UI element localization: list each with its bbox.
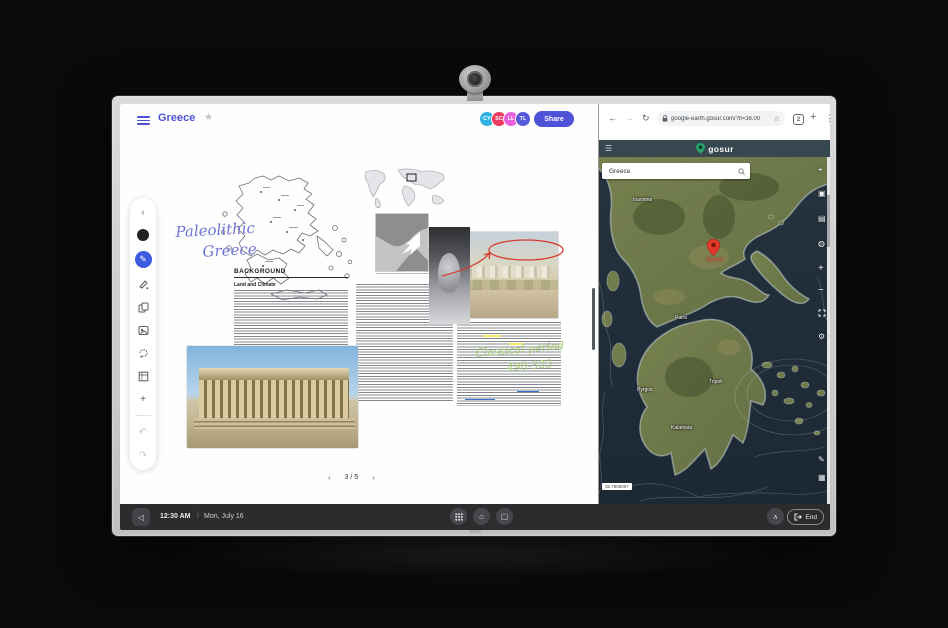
frame-tool[interactable]	[136, 369, 150, 383]
city-label: Tripoli	[709, 379, 722, 385]
tiles-grid-icon[interactable]: ▦	[818, 473, 826, 482]
webcam-lens-icon	[467, 71, 483, 87]
link-text	[465, 399, 495, 400]
insert-image-tool[interactable]	[136, 323, 150, 337]
link-text	[517, 391, 539, 392]
article-column-1[interactable]: BACKGROUND Land and Climate	[234, 268, 348, 358]
browser-forward-icon[interactable]: →	[625, 113, 634, 123]
map-terrain	[599, 157, 830, 504]
board-title: Greece	[158, 112, 195, 124]
browser-scrollbar-thumb[interactable]	[827, 195, 830, 247]
clock-time: 12:30 AM	[160, 513, 190, 520]
settings-gear-icon[interactable]: ⚙	[818, 332, 825, 341]
page-indicator: 3 / 5	[345, 474, 359, 481]
search-icon[interactable]	[738, 168, 745, 175]
map-search-input[interactable]	[607, 167, 738, 176]
prev-page-icon[interactable]: ‹	[328, 473, 331, 482]
yellow-highlight	[483, 335, 501, 337]
clock-date: Mon, July 16	[204, 513, 244, 520]
webcam	[456, 69, 494, 101]
city-label: Ioannina	[633, 197, 652, 203]
whiteboard-app: Greece ★ CY SC LL TL Share ‹ ✎	[120, 104, 598, 504]
acropolis-photo-object[interactable]	[456, 232, 558, 318]
draw-pencil-icon[interactable]: ✎	[818, 455, 825, 464]
new-tab-icon[interactable]: +	[810, 111, 816, 123]
lasso-select-tool[interactable]	[136, 346, 150, 360]
highlighter-tool[interactable]	[136, 277, 150, 291]
end-session-button[interactable]: End	[787, 509, 824, 525]
map-pin-label: Greece	[695, 257, 735, 263]
gosur-logo: gosur	[696, 143, 734, 154]
whiteboard-scrollbar-thumb[interactable]	[592, 288, 595, 350]
inset-map-caption	[376, 273, 428, 274]
undo-icon[interactable]: ↶	[136, 425, 150, 439]
world-map-object[interactable]	[360, 166, 452, 212]
avatar[interactable]: TL	[515, 111, 531, 127]
add-object-tool[interactable]: +	[136, 392, 150, 406]
taskbar-back-button[interactable]: ◁	[132, 508, 150, 526]
color-dot-tool[interactable]	[136, 228, 150, 242]
tab-switcher-button[interactable]: 2	[793, 114, 804, 125]
share-button[interactable]: Share	[534, 111, 574, 127]
city-label: Pyrgos	[637, 387, 653, 393]
redo-icon[interactable]: ↷	[136, 448, 150, 462]
duplicate-tool[interactable]	[136, 300, 150, 314]
article-heading: BACKGROUND	[234, 268, 348, 275]
layers-icon[interactable]: ▤	[818, 214, 826, 223]
bookmark-star-icon[interactable]: ☆	[774, 115, 780, 123]
exit-icon	[794, 513, 802, 521]
parthenon-photo-object[interactable]	[187, 346, 358, 448]
gosur-menu-icon[interactable]: ☰	[605, 144, 612, 153]
city-label: Patra	[675, 315, 687, 321]
map-search-box[interactable]	[602, 163, 750, 179]
browser-back-icon[interactable]: ←	[608, 113, 617, 123]
collapse-toolbar-icon[interactable]: ‹	[136, 205, 150, 219]
coordinates-readout: 36.7805057	[602, 483, 632, 490]
screen: Greece ★ CY SC LL TL Share ‹ ✎	[120, 104, 830, 530]
browser-menu-icon[interactable]: ⋮	[825, 113, 830, 124]
pen-tool-active[interactable]: ✎	[135, 251, 152, 268]
page-navigator: ‹ 3 / 5 ›	[328, 473, 375, 482]
browser-chrome: ← → ↻ google-earth.gosur.com/?ll=38.00 ☆…	[599, 104, 830, 140]
home-button[interactable]: ⌂	[473, 508, 490, 525]
gosur-header: ☰ gosur	[599, 140, 830, 157]
browser-reload-icon[interactable]: ↻	[642, 113, 650, 124]
expand-chevron-button[interactable]: ∧	[767, 508, 784, 525]
city-label: Kalamata	[671, 425, 692, 431]
zoom-in-icon[interactable]: +	[818, 263, 824, 274]
zoom-out-icon[interactable]: −	[818, 285, 824, 296]
webcam-head	[459, 65, 491, 93]
article-subheading: Land and Climate	[234, 282, 348, 288]
taskbar-separator: |	[197, 512, 199, 519]
url-text: google-earth.gosur.com/?ll=38.00	[671, 116, 771, 122]
fullscreen-icon[interactable]	[818, 309, 826, 319]
browser-scrollbar[interactable]	[827, 157, 830, 504]
taskbar-center-buttons: ⌂ ▢	[450, 508, 513, 525]
vibe-board-device: Greece ★ CY SC LL TL Share ‹ ✎	[111, 95, 837, 537]
recent-windows-button[interactable]: ▢	[496, 508, 513, 525]
my-location-icon[interactable]: ⌖	[818, 165, 823, 175]
collaborator-avatars: CY SC LL TL	[483, 111, 531, 127]
gosur-logo-text: gosur	[708, 144, 734, 154]
lock-icon	[662, 115, 668, 122]
globe-3d-icon[interactable]: ◍	[818, 239, 825, 248]
browser-window: ← → ↻ google-earth.gosur.com/?ll=38.00 ☆…	[598, 104, 830, 504]
gosur-pin-icon	[696, 143, 705, 154]
drawing-toolbar: ‹ ✎ + ↶	[130, 198, 156, 470]
address-bar[interactable]: google-earth.gosur.com/?ll=38.00 ☆	[657, 111, 785, 126]
apps-grid-button[interactable]	[450, 508, 467, 525]
toolbar-divider	[135, 415, 151, 416]
region-inset-map-object[interactable]	[376, 214, 428, 271]
pericles-bust-photo-object[interactable]	[429, 227, 470, 324]
end-session-label: End	[805, 514, 817, 521]
satellite-map[interactable]: ⌖ ▣ ▤ ◍ + − ⚙ ✎ ▦ Ioannina Patra Pyrgos …	[599, 157, 830, 504]
next-page-icon[interactable]: ›	[372, 473, 375, 482]
handwriting-paleolithic[interactable]: Paleolithic Greece	[175, 218, 257, 264]
favorite-star-icon[interactable]: ★	[204, 112, 213, 123]
system-taskbar: ◁ 12:30 AM | Mon, July 16 ⌂ ▢ ∧ End	[120, 504, 830, 530]
map-type-icon[interactable]: ▣	[818, 189, 826, 198]
whiteboard-menu-icon[interactable]	[137, 116, 150, 125]
